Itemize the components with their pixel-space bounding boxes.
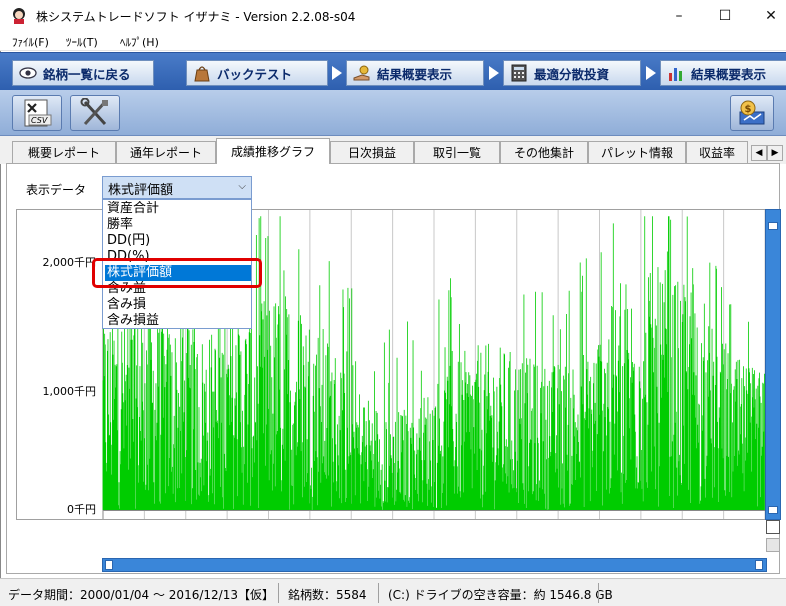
wrench-screwdriver-icon	[80, 98, 108, 126]
workflow-nav-bar: 銘柄一覧に戻る バックテスト 結果概要表示 最適分散投資 結果概要表示	[0, 52, 786, 90]
annotation-highlight	[92, 258, 262, 288]
settings-tools-button[interactable]	[70, 95, 120, 131]
status-drive-space: (C:) ドライブの空き容量：約 1546.8 GB	[388, 588, 613, 602]
display-data-label: 表示データ	[26, 183, 87, 197]
minimize-button[interactable]: –	[656, 0, 702, 31]
option-unrealized-loss[interactable]: 含み損	[105, 297, 251, 313]
title-bar: 株システムトレードソフト イザナミ - Version 2.2.08-s04 –…	[0, 0, 786, 31]
nav-backtest-button[interactable]: バックテスト	[186, 60, 328, 86]
nav-label: 結果概要表示	[691, 66, 767, 82]
eye-icon	[19, 64, 37, 82]
option-dd-yen[interactable]: DD(円)	[105, 233, 251, 249]
vertical-scroll-thumb[interactable]	[768, 222, 778, 230]
status-bar: データ期間：2000/01/04 〜 2016/12/13【仮】 銘柄数：558…	[0, 578, 786, 606]
tab-scroll-right-icon[interactable]: ▶	[767, 145, 783, 161]
nav-label: バックテスト	[217, 66, 293, 82]
option-checkbox[interactable]	[766, 520, 780, 534]
report-tab-strip: 概要レポート 通年レポート 成績推移グラフ 日次損益 取引一覧 その他集計 パレ…	[0, 136, 786, 164]
display-data-select[interactable]: 株式評価額 ⌵	[102, 176, 252, 199]
nav-back-to-list-button[interactable]: 銘柄一覧に戻る	[12, 60, 154, 86]
option-checkbox-disabled	[766, 538, 780, 552]
nav-label: 結果概要表示	[377, 66, 453, 82]
menu-tools[interactable]: ﾂｰﾙ(T)	[66, 34, 98, 50]
svg-text:$: $	[745, 104, 752, 115]
maximize-button[interactable]: ☐	[702, 0, 748, 31]
status-divider	[278, 583, 279, 603]
tab-return-rate[interactable]: 収益率	[686, 141, 748, 163]
calculator-icon	[510, 64, 528, 82]
tab-performance-graph[interactable]: 成績推移グラフ	[216, 138, 330, 164]
tab-palette-info[interactable]: パレット情報	[588, 141, 686, 163]
chevron-down-icon: ⌵	[238, 181, 246, 192]
chevron-right-icon	[332, 66, 342, 80]
window-title: 株システムトレードソフト イザナミ - Version 2.2.08-s04	[36, 10, 356, 24]
nav-result-summary-button[interactable]: 結果概要表示	[346, 60, 484, 86]
status-stock-count: 銘柄数：5584	[288, 588, 367, 602]
bar-chart-icon	[667, 64, 685, 82]
status-divider	[598, 583, 599, 603]
menu-help[interactable]: ﾍﾙﾌﾟ(H)	[120, 34, 159, 50]
nav-result-summary-2-button[interactable]: 結果概要表示	[660, 60, 786, 86]
vertical-scrollbar[interactable]	[765, 209, 781, 520]
nav-label: 最適分散投資	[534, 66, 610, 82]
chevron-right-icon	[489, 66, 499, 80]
chevron-right-icon	[646, 66, 656, 80]
export-csv-button[interactable]: CSV	[12, 95, 62, 131]
app-logo-icon	[10, 7, 28, 25]
tab-trade-list[interactable]: 取引一覧	[414, 141, 500, 163]
money-report-button[interactable]: $	[730, 95, 774, 131]
horizontal-scroll-thumb[interactable]	[755, 560, 763, 570]
bag-icon	[193, 64, 211, 82]
status-divider	[378, 583, 379, 603]
selected-value: 株式評価額	[108, 183, 174, 198]
tab-annual-report[interactable]: 通年レポート	[116, 141, 216, 163]
option-total-assets[interactable]: 資産合計	[105, 201, 251, 217]
y-tick-label: 2,000千円	[42, 256, 97, 269]
vertical-scroll-thumb[interactable]	[768, 506, 778, 514]
option-unrealized-pnl[interactable]: 含み損益	[105, 313, 251, 329]
tab-overview-report[interactable]: 概要レポート	[12, 141, 116, 163]
y-tick-label: 0千円	[67, 503, 96, 516]
tab-other-stats[interactable]: その他集計	[500, 141, 588, 163]
money-hand-icon	[353, 64, 371, 82]
csv-file-icon: CSV	[24, 99, 52, 127]
tab-scroll-left-icon[interactable]: ◀	[751, 145, 767, 161]
nav-label: 銘柄一覧に戻る	[43, 66, 131, 82]
csv-label: CSV	[31, 116, 48, 125]
tab-daily-pnl[interactable]: 日次損益	[330, 141, 414, 163]
horizontal-scroll-thumb[interactable]	[105, 560, 113, 570]
status-data-period: データ期間：2000/01/04 〜 2016/12/13【仮】	[8, 588, 274, 602]
money-chart-icon: $	[739, 100, 765, 125]
menu-file[interactable]: ﾌｧｲﾙ(F)	[12, 34, 49, 50]
menu-bar: ﾌｧｲﾙ(F) ﾂｰﾙ(T) ﾍﾙﾌﾟ(H)	[0, 31, 786, 51]
toolbar: CSV $	[0, 90, 786, 136]
option-win-rate[interactable]: 勝率	[105, 217, 251, 233]
close-button[interactable]: ✕	[748, 0, 786, 31]
nav-optimal-diversification-button[interactable]: 最適分散投資	[503, 60, 641, 86]
y-tick-label: 1,000千円	[42, 385, 97, 398]
horizontal-scrollbar[interactable]	[102, 558, 767, 572]
